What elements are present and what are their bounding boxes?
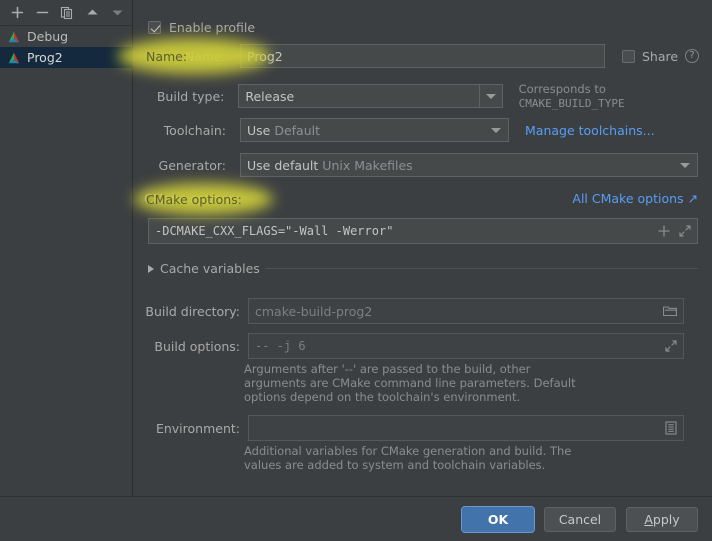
cmake-profile-settings-dialog: Debug Prog2 Enable profile Name: Prog2 S…	[0, 0, 712, 541]
profile-label: Prog2	[27, 50, 63, 65]
apply-button-mnemonic: A	[644, 511, 653, 527]
profile-settings-form: Enable profile Name: Prog2 Share ? Build…	[134, 0, 712, 496]
name-label: Name:	[184, 48, 226, 64]
cmake-profile-icon	[8, 52, 20, 63]
profile-item-debug[interactable]: Debug	[0, 26, 132, 47]
share-help-icon[interactable]: ?	[685, 49, 700, 63]
profiles-sidebar: Debug Prog2	[0, 0, 133, 496]
profile-item-prog2[interactable]: Prog2	[0, 47, 132, 68]
move-up-button[interactable]	[81, 3, 103, 23]
build-directory-label: Build directory:	[145, 303, 240, 319]
generator-row: Generator: Use default Unix Makefiles	[134, 153, 712, 177]
cmake-profile-icon	[8, 31, 20, 42]
folder-icon[interactable]	[663, 305, 677, 317]
cmake-options-label: CMake options:	[144, 191, 240, 206]
toolchain-label: Toolchain:	[163, 122, 226, 138]
name-input[interactable]: Prog2	[240, 44, 605, 68]
generator-label: Generator:	[158, 157, 226, 173]
move-down-button[interactable]	[106, 3, 128, 23]
enable-profile-label: Enable profile	[169, 20, 256, 35]
apply-button-rest: pply	[652, 511, 680, 527]
enable-profile-row[interactable]: Enable profile	[148, 20, 255, 35]
toolchain-row: Toolchain: Use Default Manage toolchains…	[134, 118, 712, 142]
ok-button[interactable]: OK	[461, 505, 535, 533]
build-type-hint: Corresponds to CMAKE_BUILD_TYPE	[519, 82, 712, 110]
list-editor-icon[interactable]	[665, 421, 677, 435]
generator-value-secondary: Unix Makefiles	[322, 157, 413, 173]
arrow-up-icon	[87, 9, 97, 15]
build-directory-placeholder: cmake-build-prog2	[255, 303, 373, 319]
cache-variables-section[interactable]: Cache variables	[148, 261, 698, 276]
expand-icon[interactable]	[665, 340, 677, 352]
build-type-hint-variable: CMAKE_BUILD_TYPE	[518, 97, 625, 110]
build-options-input[interactable]: -- -j 6	[248, 333, 684, 359]
arrow-down-icon	[112, 10, 122, 16]
chevron-down-icon	[485, 93, 496, 99]
manage-toolchains-link[interactable]: Manage toolchains...	[525, 123, 655, 138]
environment-label: Environment:	[155, 420, 240, 436]
chevron-down-icon	[491, 127, 501, 133]
cancel-button[interactable]: Cancel	[544, 506, 616, 532]
environment-input[interactable]	[248, 415, 684, 441]
apply-button[interactable]: Apply	[626, 506, 698, 532]
toolchain-dropdown-arrow[interactable]	[484, 127, 508, 133]
generator-value: Use default	[247, 157, 319, 173]
share-label: Share	[642, 48, 679, 64]
copy-icon	[60, 6, 73, 19]
generator-combobox[interactable]: Use default Unix Makefiles	[240, 153, 698, 177]
environment-row: Environment:	[134, 415, 712, 441]
build-type-row: Build type: Release Corresponds to CMAKE…	[134, 82, 712, 110]
copy-profile-button[interactable]	[56, 3, 78, 23]
build-options-help-text: Arguments after '--' are passed to the b…	[244, 362, 576, 404]
toolchain-combobox[interactable]: Use Default	[240, 118, 509, 142]
build-type-label: Build type:	[156, 88, 225, 104]
profiles-list[interactable]: Debug Prog2	[0, 26, 132, 68]
cmake-options-value: -DCMAKE_CXX_FLAGS="-Wall -Werror"	[155, 224, 394, 238]
share-checkbox[interactable]	[622, 49, 635, 63]
toolchain-value: Use	[247, 122, 271, 138]
remove-profile-button[interactable]	[31, 3, 53, 23]
plus-icon[interactable]	[658, 225, 670, 237]
profiles-toolbar	[0, 0, 132, 26]
cmake-options-header-row: CMake options: All CMake options ↗	[134, 191, 712, 206]
minus-icon	[36, 11, 48, 14]
all-cmake-options-link[interactable]: All CMake options ↗	[572, 191, 698, 206]
plus-icon	[11, 6, 23, 19]
build-type-hint-prefix: Corresponds to	[518, 82, 606, 96]
dialog-button-bar: OK Cancel Apply	[0, 496, 712, 541]
build-options-label: Build options:	[154, 338, 240, 354]
section-separator	[265, 268, 698, 269]
expand-icon[interactable]	[679, 225, 691, 237]
generator-dropdown-arrow[interactable]	[673, 162, 697, 168]
build-directory-input[interactable]: cmake-build-prog2	[248, 298, 684, 324]
build-type-dropdown-arrow[interactable]	[478, 85, 502, 107]
name-input-value: Prog2	[247, 48, 283, 64]
add-profile-button[interactable]	[6, 3, 28, 23]
chevron-right-icon	[148, 264, 154, 273]
profile-label: Debug	[27, 29, 69, 44]
build-options-row: Build options: -- -j 6	[134, 333, 712, 359]
build-options-placeholder: -- -j 6	[255, 339, 306, 353]
toolchain-value-secondary: Default	[274, 122, 321, 138]
environment-help-text: Additional variables for CMake generatio…	[244, 444, 572, 472]
enable-profile-checkbox[interactable]	[148, 21, 161, 34]
name-row: Name: Prog2 Share ?	[134, 44, 712, 68]
build-directory-row: Build directory: cmake-build-prog2	[134, 298, 712, 324]
cmake-options-input[interactable]: -DCMAKE_CXX_FLAGS="-Wall -Werror"	[148, 218, 698, 244]
build-type-value: Release	[245, 88, 295, 104]
chevron-down-icon	[680, 162, 690, 168]
build-type-combobox[interactable]: Release	[238, 84, 503, 108]
cache-variables-label: Cache variables	[160, 261, 260, 276]
